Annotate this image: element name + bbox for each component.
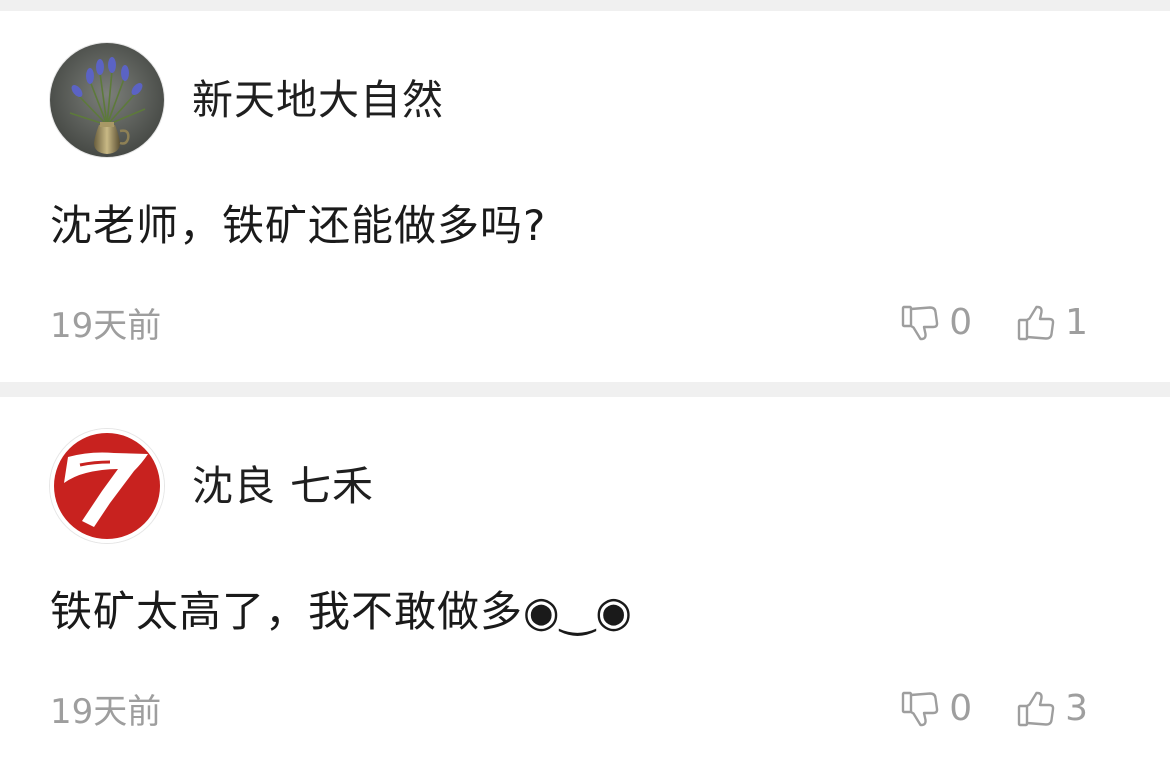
dislike-count: 0 [949, 688, 973, 729]
comment-text: 沈老师，铁矿还能做多吗? [50, 201, 546, 251]
comment-actions: 0 1 [900, 303, 1088, 343]
comment-item: 新天地大自然 沈老师，铁矿还能做多吗? 19天前 0 1 [0, 11, 1170, 382]
comment-divider [0, 382, 1170, 397]
dislike-button[interactable]: 0 [900, 303, 972, 343]
dislike-count: 0 [949, 302, 973, 343]
like-button[interactable]: 1 [1016, 303, 1088, 343]
seven-logo-avatar-icon [50, 429, 164, 543]
top-spacer [0, 0, 1170, 11]
comment-text: 铁矿太高了，我不敢做多◉‿◉ [50, 587, 633, 637]
dislike-button[interactable]: 0 [900, 689, 972, 729]
flower-vase-avatar-icon [50, 43, 164, 157]
username[interactable]: 沈良 七禾 [192, 466, 374, 507]
comment-emoticon: ◉‿◉ [523, 587, 634, 636]
avatar[interactable] [50, 43, 164, 157]
comment-body: 铁矿太高了，我不敢做多 [50, 587, 524, 636]
thumbs-up-icon [1016, 303, 1056, 343]
thumbs-down-icon [900, 689, 940, 729]
like-button[interactable]: 3 [1016, 689, 1088, 729]
avatar[interactable] [50, 429, 164, 543]
like-count: 3 [1065, 688, 1088, 729]
thumbs-up-icon [1016, 689, 1056, 729]
comment-body: 沈老师，铁矿还能做多吗? [50, 201, 547, 250]
username[interactable]: 新天地大自然 [192, 80, 444, 121]
comment-time: 19天前 [50, 306, 162, 346]
comment-item: 沈良 七禾 铁矿太高了，我不敢做多◉‿◉ 19天前 0 3 [0, 397, 1170, 765]
comment-time: 19天前 [50, 692, 162, 732]
thumbs-down-icon [900, 303, 940, 343]
like-count: 1 [1065, 302, 1088, 343]
comment-actions: 0 3 [900, 689, 1088, 729]
